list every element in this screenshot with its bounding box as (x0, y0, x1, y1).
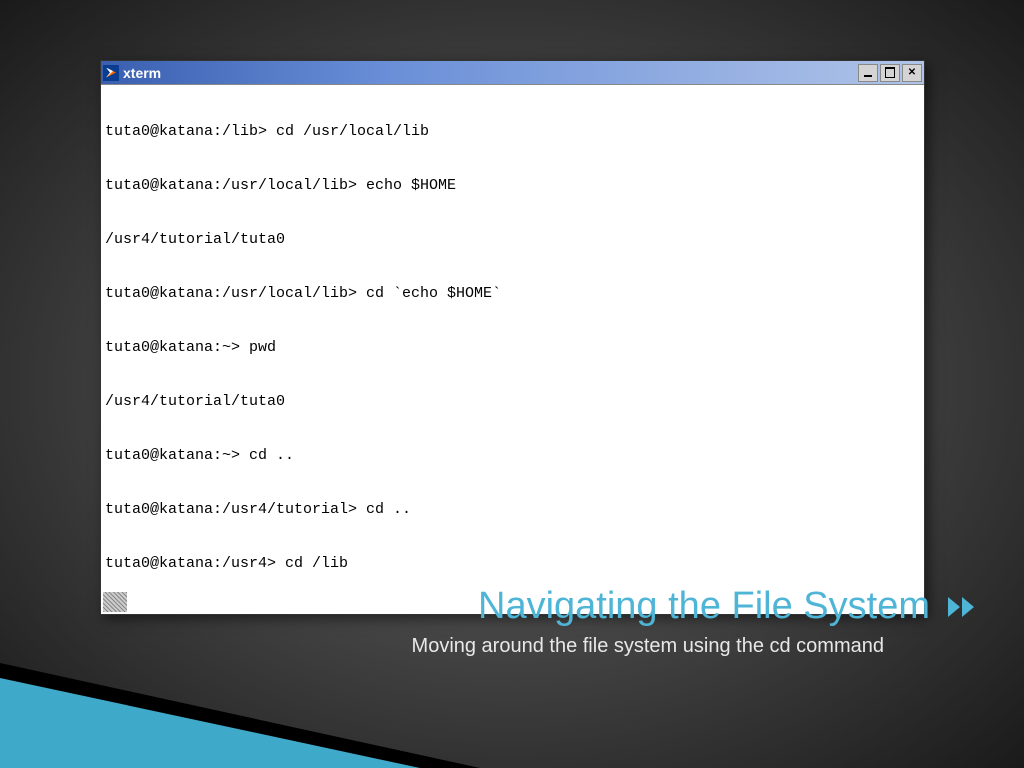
terminal-line: tuta0@katana:/usr/local/lib> cd `echo $H… (105, 285, 920, 303)
terminal-line: /usr4/tutorial/tuta0 (105, 231, 920, 249)
xterm-icon (103, 65, 119, 81)
terminal-line: tuta0@katana:/usr/local/lib> echo $HOME (105, 177, 920, 195)
slide-subtitle: Moving around the file system using the … (412, 635, 884, 658)
terminal-line: tuta0@katana:/usr4/tutorial> cd .. (105, 501, 920, 519)
resize-grip-icon[interactable] (103, 592, 127, 612)
titlebar[interactable]: xterm (101, 61, 924, 85)
terminal-line: tuta0@katana:/lib> cd /usr/local/lib (105, 123, 920, 141)
close-button[interactable] (902, 64, 922, 82)
slide-title: Navigating the File System (478, 585, 930, 628)
chevron-right-icon (962, 597, 974, 617)
chevrons-icon (948, 597, 974, 617)
terminal-line: tuta0@katana:~> pwd (105, 339, 920, 357)
chevron-right-icon (948, 597, 960, 617)
terminal-line: tuta0@katana:~> cd .. (105, 447, 920, 465)
xterm-window: xterm tuta0@katana:/lib> cd /usr/local/l… (100, 60, 925, 615)
terminal-body[interactable]: tuta0@katana:/lib> cd /usr/local/lib tut… (101, 85, 924, 590)
titlebar-buttons (858, 64, 922, 82)
terminal-line: /usr4/tutorial/tuta0 (105, 393, 920, 411)
minimize-button[interactable] (858, 64, 878, 82)
slide-title-row: Navigating the File System (478, 585, 974, 628)
maximize-button[interactable] (880, 64, 900, 82)
terminal-line: tuta0@katana:/usr4> cd /lib (105, 555, 920, 573)
window-title: xterm (123, 65, 858, 81)
decoration-triangle-cyan (0, 678, 420, 768)
